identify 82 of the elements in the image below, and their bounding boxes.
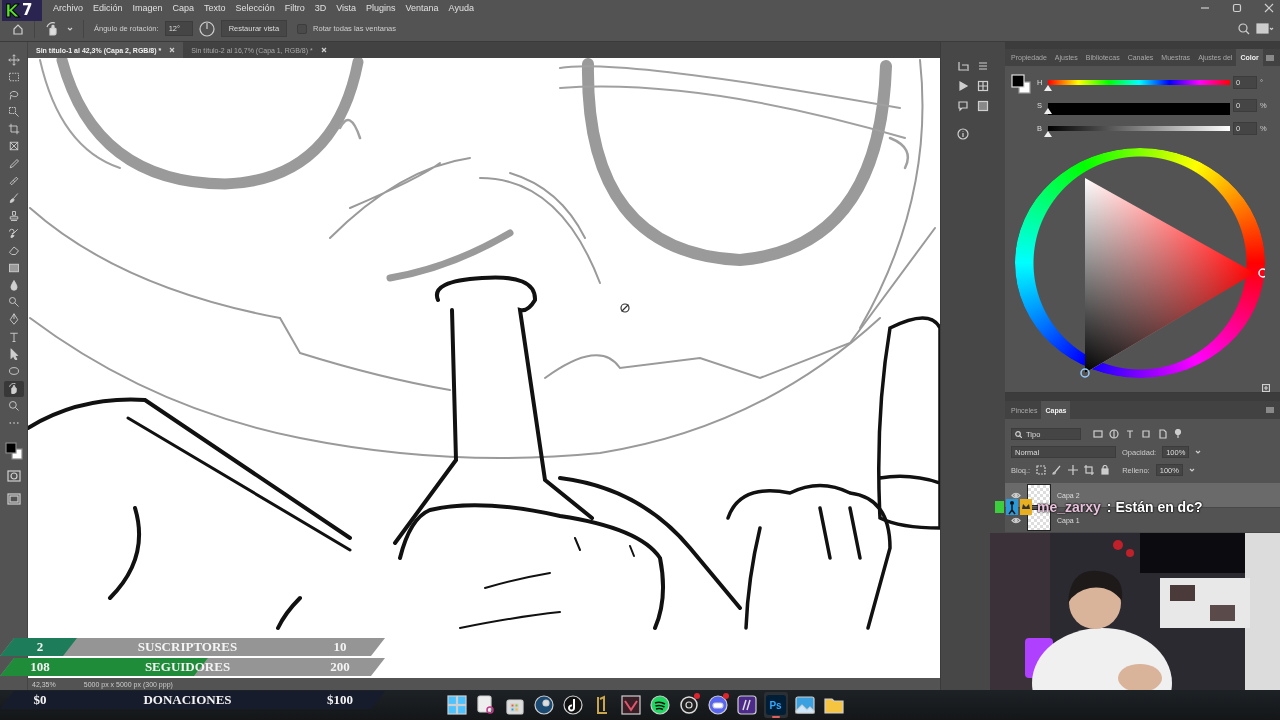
menu-item[interactable]: Ayuda	[443, 0, 479, 16]
smart-object-icon[interactable]	[1157, 429, 1167, 439]
workspace-icon[interactable]	[1256, 22, 1274, 35]
brush-icon[interactable]	[1052, 465, 1063, 475]
close-icon[interactable]	[1264, 3, 1274, 13]
image-filter-icon[interactable]	[1093, 429, 1103, 439]
notification-dot	[722, 693, 729, 699]
eye-icon[interactable]	[1011, 516, 1021, 524]
type-filter-icon[interactable]	[1125, 429, 1135, 439]
toggle-icon[interactable]	[1173, 429, 1183, 439]
quick-mask-icon[interactable]	[6, 470, 21, 483]
color-swatches-icon[interactable]	[1011, 73, 1031, 94]
goal-label: DONACIONES	[142, 692, 233, 708]
menu-item[interactable]: Plugins	[361, 0, 401, 16]
menu-item[interactable]: Selección	[230, 0, 280, 16]
maximize-icon[interactable]	[1232, 3, 1242, 13]
slider-thumb[interactable]	[1044, 107, 1052, 114]
stream-logo: K 7	[2, 0, 42, 21]
lock-icon[interactable]	[1100, 465, 1111, 475]
properties-icon[interactable]	[977, 60, 989, 72]
controller-icon[interactable]	[705, 693, 730, 717]
menu-item[interactable]: Vista	[331, 0, 361, 16]
search-icon	[1015, 430, 1022, 438]
round-stripes-icon[interactable]	[647, 693, 672, 717]
adjust-filter-icon[interactable]	[1109, 429, 1119, 439]
menu-item[interactable]: Edición	[88, 0, 128, 16]
swatch-icon[interactable]	[977, 100, 989, 112]
menu-item[interactable]: Texto	[199, 0, 231, 16]
goal-count: 2	[35, 639, 45, 655]
figure-badge-icon	[1006, 499, 1018, 515]
screen-mode-icon[interactable]	[6, 493, 21, 505]
expand-icon[interactable]	[1262, 384, 1270, 392]
notification-dot	[693, 693, 700, 699]
rotate-view-icon[interactable]	[3, 380, 24, 397]
shape-filter-icon[interactable]	[1141, 429, 1151, 439]
color-swatches-icon[interactable]	[4, 441, 23, 460]
play-icon[interactable]	[957, 80, 969, 92]
comment-icon[interactable]	[957, 100, 969, 112]
caret-icon[interactable]	[1188, 467, 1195, 473]
panel-menu-icon[interactable]	[1266, 54, 1274, 61]
goal-count: 108	[29, 659, 51, 675]
active-indicator	[771, 716, 780, 718]
info-icon[interactable]	[957, 128, 969, 140]
close-icon[interactable]	[320, 47, 327, 53]
hue-marker[interactable]	[1258, 268, 1265, 278]
artboard-icon[interactable]	[1084, 465, 1095, 475]
move-icon[interactable]	[1068, 465, 1079, 475]
rank-badge-icon	[995, 499, 1004, 515]
slider-thumb[interactable]	[1044, 130, 1052, 137]
rotation-dial-icon[interactable]	[198, 20, 215, 37]
color-marker[interactable]	[1080, 368, 1090, 378]
slider-thumb[interactable]	[1044, 84, 1052, 91]
v-shape-icon[interactable]	[618, 693, 643, 717]
grid-icon[interactable]	[977, 80, 989, 92]
menu-item[interactable]: 3D	[309, 0, 332, 16]
caret-icon[interactable]	[1195, 449, 1202, 455]
goal-target: 10	[332, 639, 348, 655]
image-icon[interactable]	[792, 693, 817, 717]
app-icon[interactable]: Ps	[765, 695, 786, 715]
slash-glyph-icon[interactable]	[734, 693, 759, 717]
home-icon[interactable]	[12, 22, 24, 35]
eye-icon[interactable]	[1011, 491, 1021, 499]
close-icon[interactable]	[169, 47, 176, 53]
layer-thumbnail	[1027, 484, 1051, 506]
menu-item[interactable]: Filtro	[279, 0, 310, 16]
search-icon[interactable]	[1238, 22, 1250, 35]
goal-target: $100	[326, 692, 354, 708]
menu-item[interactable]: Ventana	[400, 0, 444, 16]
menu-item[interactable]: Capa	[167, 0, 200, 16]
music-note-icon[interactable]	[560, 693, 585, 717]
crown-badge-icon	[1020, 499, 1032, 515]
brush-cursor-icon	[620, 303, 630, 313]
goal-target: 200	[329, 659, 351, 675]
menu-item[interactable]: Imagen	[127, 0, 168, 16]
menu-item[interactable]: Archivo	[48, 0, 88, 16]
lock-pixels-icon[interactable]	[1036, 465, 1047, 475]
caret-icon[interactable]	[67, 25, 73, 32]
history-icon[interactable]	[957, 60, 969, 72]
goal-label: SUSCRIPTORES	[136, 639, 239, 655]
goal-count: $0	[32, 692, 48, 708]
disc-icon[interactable]	[531, 693, 556, 717]
start-icon[interactable]	[444, 693, 469, 717]
